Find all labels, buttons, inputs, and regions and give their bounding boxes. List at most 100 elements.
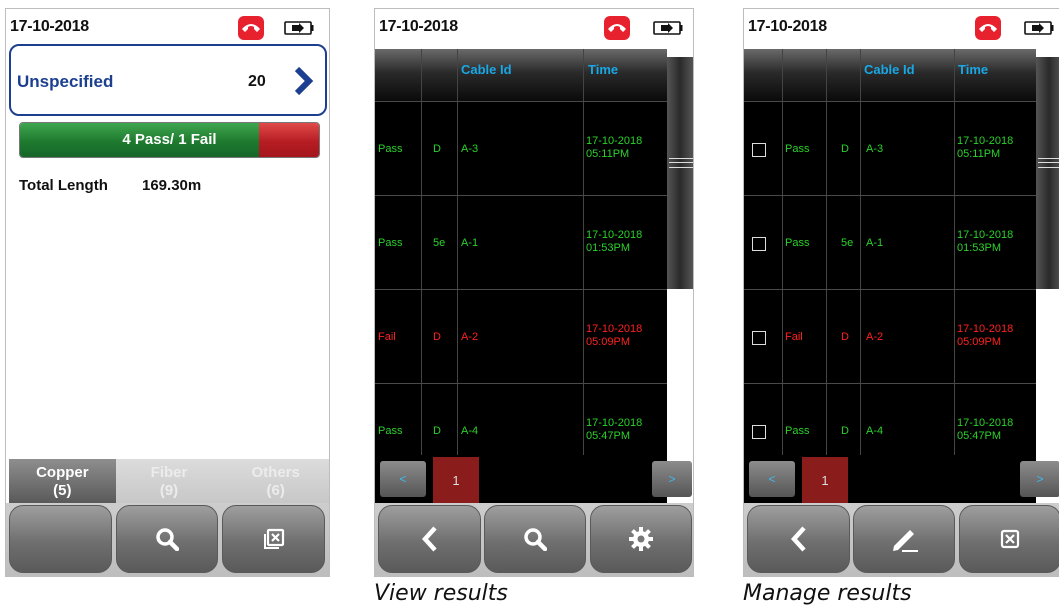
row-category: D xyxy=(841,143,849,155)
table-row[interactable]: Pass 5e A-1 17-10-2018 01:53PM xyxy=(744,195,1036,290)
view-results-screen: 17-10-2018 Cable Id Time Pass D A-3 17-10-2… xyxy=(374,8,694,577)
row-category: D xyxy=(433,331,441,343)
row-status: Pass xyxy=(378,425,403,437)
row-status: Pass xyxy=(785,143,810,155)
caption-view-results: View results xyxy=(374,581,508,606)
row-date: 17-10-2018 xyxy=(586,229,643,241)
blank-button[interactable] xyxy=(9,505,112,573)
results-table: Cable Id Time Pass D A-3 17-10-2018 05:11PM P… xyxy=(375,49,667,459)
table-row[interactable]: Pass 5e A-1 17-10-2018 01:53PM xyxy=(375,195,667,290)
row-checkbox[interactable] xyxy=(752,143,766,157)
delete-button[interactable] xyxy=(959,505,1059,573)
row-checkbox[interactable] xyxy=(752,331,766,345)
row-cable-id: A-1 xyxy=(866,237,884,249)
clear-button[interactable] xyxy=(222,505,325,573)
caption-manage-results: Manage results xyxy=(743,581,912,606)
back-button[interactable] xyxy=(747,505,850,573)
bottom-nav xyxy=(6,503,329,576)
tab-fiber-count: (9) xyxy=(159,482,179,499)
bottom-nav xyxy=(375,503,693,576)
column-header-cable-id: Cable Id xyxy=(864,62,915,77)
row-timestamp: 17-10-2018 05:11PM xyxy=(586,135,642,161)
row-date: 17-10-2018 xyxy=(957,417,1014,429)
row-category: 5e xyxy=(433,237,446,249)
search-icon xyxy=(524,528,547,551)
next-page-button[interactable]: > xyxy=(652,461,692,497)
total-length-value: 169.30m xyxy=(142,177,202,194)
manage-results-screen: 17-10-2018 Cable Id Time Pass D A-3 17-10-2… xyxy=(743,8,1059,577)
battery-plug-icon xyxy=(1024,21,1054,35)
next-page-button[interactable]: > xyxy=(1020,461,1059,497)
row-timestamp: 17-10-2018 01:53PM xyxy=(586,229,642,255)
status-bar: 17-10-2018 xyxy=(6,9,329,47)
project-name: Unspecified xyxy=(17,72,114,91)
row-timestamp: 17-10-2018 05:47PM xyxy=(957,417,1013,443)
scrollbar[interactable] xyxy=(667,57,693,289)
tab-others-count: (6) xyxy=(266,482,285,499)
row-cable-id: A-3 xyxy=(461,143,479,155)
settings-button[interactable] xyxy=(590,505,692,573)
bottom-nav xyxy=(744,503,1059,576)
column-header-time: Time xyxy=(958,62,989,77)
search-icon xyxy=(156,528,179,551)
total-length-label: Total Length xyxy=(19,177,108,194)
row-checkbox[interactable] xyxy=(752,425,766,439)
scrollbar[interactable] xyxy=(1036,57,1059,289)
page-number[interactable]: 1 xyxy=(802,457,848,505)
back-icon xyxy=(421,526,437,552)
project-count: 20 xyxy=(248,73,266,90)
status-bar: 17-10-2018 xyxy=(744,9,1059,47)
row-time: 05:11PM xyxy=(586,148,630,160)
row-timestamp: 17-10-2018 05:09PM xyxy=(586,323,642,349)
column-header-time: Time xyxy=(588,62,619,77)
row-checkbox[interactable] xyxy=(752,237,766,251)
row-date: 17-10-2018 xyxy=(957,229,1014,241)
tab-copper[interactable]: Copper (5) xyxy=(9,459,116,506)
back-icon xyxy=(790,526,806,552)
row-status: Pass xyxy=(785,237,810,249)
status-date: 17-10-2018 xyxy=(748,18,827,35)
row-date: 17-10-2018 xyxy=(586,135,643,147)
project-selector[interactable]: Unspecified 20 xyxy=(9,44,327,116)
tab-others[interactable]: Others (6) xyxy=(222,459,329,506)
row-category: D xyxy=(433,425,441,437)
row-time: 05:47PM xyxy=(586,430,631,442)
tab-fiber[interactable]: Fiber (9) xyxy=(115,459,223,506)
row-status: Fail xyxy=(378,331,396,343)
back-button[interactable] xyxy=(378,505,481,573)
results-table: Cable Id Time Pass D A-3 17-10-2018 05:11PM P… xyxy=(744,49,1036,459)
row-category: D xyxy=(433,143,441,155)
row-category: 5e xyxy=(841,237,854,249)
status-date: 17-10-2018 xyxy=(379,18,458,35)
scrollbar-grip[interactable] xyxy=(669,158,693,168)
row-status: Fail xyxy=(785,331,803,343)
row-cable-id: A-2 xyxy=(461,331,479,343)
summary-screen: 17-10-2018 Unspecified 20 4 Pass/ 1 Fail… xyxy=(5,8,330,577)
row-cable-id: A-1 xyxy=(461,237,479,249)
page-number[interactable]: 1 xyxy=(433,457,479,505)
tab-copper-name: Copper xyxy=(36,464,89,481)
close-box-icon xyxy=(263,528,284,549)
search-button[interactable] xyxy=(484,505,586,573)
search-button[interactable] xyxy=(116,505,218,573)
row-date: 17-10-2018 xyxy=(957,135,1014,147)
row-time: 05:47PM xyxy=(957,430,1002,442)
tab-fiber-name: Fiber xyxy=(150,464,188,481)
table-row[interactable]: Fail D A-2 17-10-2018 05:09PM xyxy=(375,289,667,384)
row-cable-id: A-3 xyxy=(866,143,884,155)
battery-plug-icon xyxy=(653,21,683,35)
table-row[interactable]: Fail D A-2 17-10-2018 05:09PM xyxy=(744,289,1036,384)
tab-others-name: Others xyxy=(251,464,300,481)
prev-page-button[interactable]: < xyxy=(749,461,795,497)
table-header: Cable Id Time xyxy=(744,49,1036,101)
row-date: 17-10-2018 xyxy=(586,323,643,335)
prev-page-button[interactable]: < xyxy=(380,461,426,497)
row-time: 05:11PM xyxy=(957,148,1001,160)
edit-button[interactable] xyxy=(853,505,955,573)
table-row[interactable]: Pass D A-3 17-10-2018 05:11PM xyxy=(744,101,1036,196)
table-row[interactable]: Pass D A-3 17-10-2018 05:11PM xyxy=(375,101,667,196)
row-time: 01:53PM xyxy=(957,242,1002,254)
scrollbar-grip[interactable] xyxy=(1038,158,1059,168)
column-header-cable-id: Cable Id xyxy=(461,62,512,77)
pass-fail-label: 4 Pass/ 1 Fail xyxy=(122,131,217,148)
